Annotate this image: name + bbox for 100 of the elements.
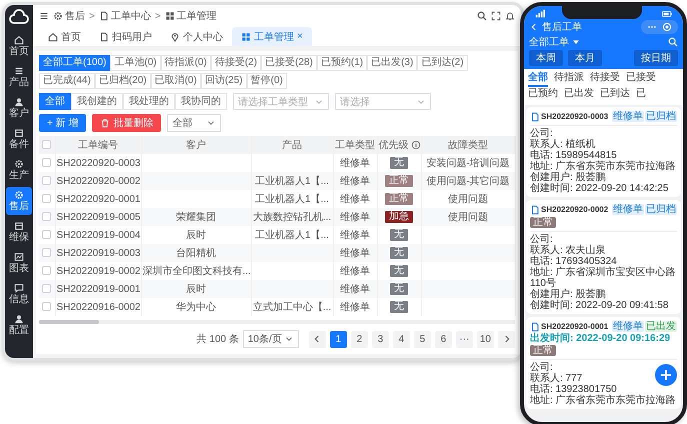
checkbox[interactable] — [42, 194, 52, 204]
table-cell: 安装问题-培训问题 — [426, 158, 510, 169]
menu-icon[interactable] — [39, 11, 49, 21]
filter-tab[interactable]: 全部 — [39, 93, 71, 110]
period-button[interactable]: 本月 — [568, 50, 602, 66]
gear-icon — [53, 11, 63, 21]
filter-tab[interactable]: 我协同的 — [175, 93, 227, 110]
fullscreen-icon[interactable] — [491, 11, 501, 21]
page-tab[interactable]: 工单管理 × — [232, 27, 312, 46]
status-tab[interactable]: 待指派(0) — [160, 55, 211, 71]
status-tab[interactable]: 已 — [636, 87, 646, 103]
breadcrumb-link[interactable]: 工单中心 — [98, 9, 151, 23]
page-button[interactable]: 6 — [434, 330, 452, 348]
table-cell: SH20220920-0003 — [56, 158, 140, 168]
status-tab[interactable]: 已完成(44) — [39, 73, 95, 89]
checkbox[interactable] — [42, 302, 52, 312]
field-text: 创建时间: 2022-09-20 14:42:25 — [530, 183, 668, 194]
status-tab[interactable]: 回访(25) — [200, 73, 247, 89]
status-tab[interactable]: 全部 — [528, 71, 548, 87]
status-tab[interactable]: 工单池(0) — [110, 55, 161, 71]
breadcrumb-link[interactable]: 工单管理 — [164, 9, 217, 23]
checkbox[interactable] — [42, 158, 52, 168]
previous-page-button[interactable] — [308, 330, 326, 348]
breadcrumb-link[interactable]: 售后 — [53, 9, 85, 23]
status-tab[interactable]: 已预约 — [528, 87, 558, 103]
page-button[interactable]: 1 — [330, 330, 347, 348]
status-tab[interactable]: 已接受(28) — [261, 55, 317, 71]
pin-icon — [170, 32, 180, 42]
date-button[interactable]: 按日期 — [634, 50, 678, 66]
sidebar-item[interactable]: 首页 — [6, 32, 32, 60]
column-header: 客户 — [186, 140, 206, 151]
add-button[interactable]: + 新 增 — [39, 114, 86, 132]
page-tab[interactable]: 扫码用户 — [90, 27, 161, 46]
user-icon — [14, 97, 24, 107]
status-tab[interactable]: 已预约(1) — [316, 55, 368, 71]
filter-tab[interactable]: 我处理的 — [123, 93, 175, 110]
status-tab[interactable]: 已取消(0) — [150, 73, 201, 89]
user-icon — [14, 314, 24, 324]
status-tab[interactable]: 暂停(0) — [246, 73, 287, 89]
page-tab[interactable]: 首页 — [39, 27, 90, 46]
checkbox[interactable] — [42, 266, 52, 276]
sidebar-item[interactable]: 维保 — [6, 218, 32, 246]
order-card[interactable]: SH20220920-0002 维修单 已归档 正常 公司: 联系人: 农夫山泉 电话: 17693405324 地址: 广东省深圳市宝安区中心路110号 创建用户: 殷荟鹏 创建时间: 2022-09-20 09:41:58 — [526, 200, 681, 314]
status-tab[interactable]: 已归档(20) — [94, 73, 151, 89]
status-tab[interactable]: 待接受(2) — [210, 55, 262, 71]
status-tab[interactable]: 已接受 — [626, 71, 656, 87]
priority-tag: 无 — [390, 283, 408, 295]
checkbox[interactable] — [42, 140, 52, 150]
status-tab[interactable]: 待接受 — [590, 71, 620, 87]
sidebar-item[interactable]: 客户 — [6, 94, 32, 122]
page-tab[interactable]: 个人中心 — [161, 27, 232, 46]
field-text: 创建用户: 殷荟鹏 — [530, 289, 606, 300]
sidebar-item[interactable]: 配置 — [6, 311, 32, 339]
search-icon[interactable] — [668, 37, 678, 47]
priority-tag: 无 — [390, 301, 408, 313]
field-text: 电话: 17693405324 — [530, 256, 617, 267]
field-text: 电话: 13923801750 — [530, 384, 617, 395]
sidebar-item[interactable]: 备件 — [6, 125, 32, 153]
table-cell: SH20220920-0002 — [56, 176, 140, 186]
checkbox[interactable] — [42, 248, 52, 258]
page-size-select[interactable]: 10条/页 — [242, 330, 299, 348]
page-button[interactable]: 5 — [414, 330, 431, 348]
checkbox[interactable] — [42, 284, 52, 294]
target-icon[interactable] — [662, 22, 672, 32]
capsule-menu[interactable] — [641, 20, 678, 34]
status-tab[interactable]: 已出发(3) — [367, 55, 418, 71]
status-tab[interactable]: 已出发 — [564, 87, 594, 103]
order-card[interactable]: SH20220920-0003 维修单 已归档 公司: 联系人: 植纸机 电话: 15989544815 地址: 广东省东莞市东莞市拉海路 创建用户: 殷荟鹏 创建时间: 2022-09-20 14:42:25 — [526, 107, 681, 197]
select-field[interactable]: 全部 — [167, 114, 222, 132]
sidebar-item[interactable]: 售后 — [6, 187, 32, 215]
field-text: 地址: 广东省东莞市东莞市拉海路 — [530, 161, 676, 172]
page-button[interactable]: 10 — [476, 330, 494, 348]
column-header: 工单类型 — [335, 140, 375, 151]
close-button[interactable]: × — [297, 31, 303, 42]
table-cell: 维修单 — [340, 302, 370, 313]
sidebar-item[interactable]: 生产 — [6, 156, 32, 184]
next-page-button[interactable] — [498, 330, 515, 348]
page-button[interactable]: 4 — [392, 330, 410, 348]
sidebar-item[interactable]: 信息 — [6, 280, 32, 308]
batch-delete-button[interactable]: 批量删除 — [92, 114, 162, 132]
status-tab[interactable]: 已到达(2) — [417, 55, 468, 71]
status-tag: 已出发 — [645, 321, 677, 332]
status-tab[interactable]: 已到达 — [600, 87, 630, 103]
checkbox[interactable] — [42, 230, 52, 240]
sidebar-item[interactable]: 图表 — [6, 249, 32, 277]
search-icon[interactable] — [477, 11, 487, 21]
checkbox[interactable] — [42, 176, 52, 186]
status-tab[interactable]: 全部工单(100) — [39, 55, 110, 71]
page-button[interactable]: ··· — [456, 330, 473, 348]
sidebar-item[interactable]: 产品 — [6, 63, 32, 91]
checkbox[interactable] — [42, 212, 52, 222]
period-button[interactable]: 本周 — [529, 50, 563, 66]
page-button[interactable]: 2 — [350, 330, 368, 348]
bell-icon[interactable] — [505, 11, 515, 21]
table-cell: SH20220919-0003 — [56, 248, 140, 258]
filter-tab[interactable]: 我创建的 — [71, 93, 123, 110]
status-tab[interactable]: 待指派 — [554, 71, 584, 87]
info-icon — [410, 140, 420, 150]
filter-dropdown[interactable]: 全部工单 — [529, 35, 581, 49]
page-button[interactable]: 3 — [372, 330, 389, 348]
